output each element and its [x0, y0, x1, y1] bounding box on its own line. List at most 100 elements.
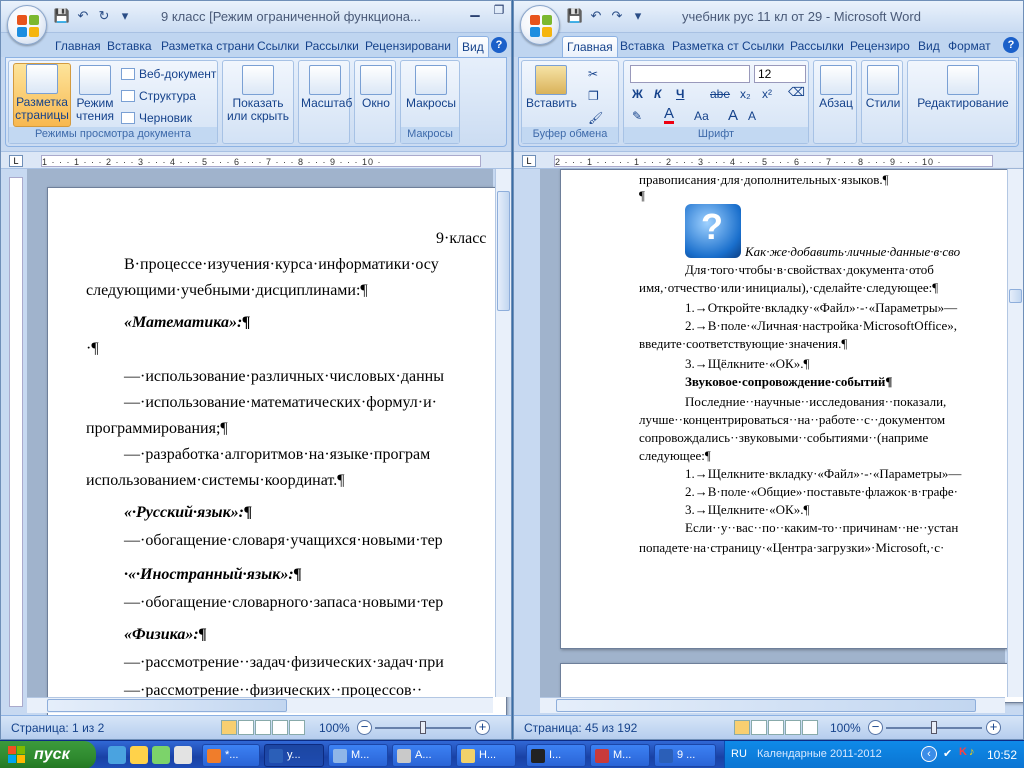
font-name-dropdown[interactable] — [630, 65, 750, 83]
subscript-button[interactable]: x₂ — [740, 87, 751, 101]
tab-home[interactable]: Главная — [562, 36, 618, 57]
scroll-thumb[interactable] — [497, 191, 510, 311]
draft-button[interactable]: Черновик — [121, 111, 192, 125]
clear-format-icon[interactable]: ⌫ — [788, 85, 805, 99]
tab-format[interactable]: Формат — [944, 36, 995, 57]
taskbar-button[interactable]: 9 ... — [654, 744, 716, 767]
reading-view-icon[interactable] — [238, 720, 254, 735]
taskbar-button[interactable]: А... — [392, 744, 452, 767]
language-indicator[interactable]: RU — [731, 748, 747, 760]
document-area[interactable]: 9·класс В·процессе·изучения·курса·информ… — [27, 169, 507, 727]
tab-view[interactable]: Вид — [914, 36, 944, 57]
scroll-thumb[interactable] — [1009, 289, 1022, 303]
tab-review[interactable]: Рецензировани — [361, 36, 455, 57]
zoom-in-icon[interactable]: + — [986, 720, 1001, 735]
print-layout-button[interactable]: Разметка страницы — [13, 63, 71, 127]
format-painter-icon[interactable]: 🖌 — [588, 111, 603, 125]
print-layout-view-icon[interactable] — [221, 720, 237, 735]
vertical-scrollbar[interactable] — [495, 169, 511, 697]
show-hide-button[interactable]: Показать или скрыть — [225, 65, 291, 123]
taskbar-button[interactable]: *... — [202, 744, 260, 767]
office-button[interactable] — [7, 5, 47, 45]
grow-font-button[interactable]: А — [728, 107, 738, 124]
bold-button[interactable]: Ж — [632, 87, 643, 101]
vertical-ruler[interactable] — [9, 177, 23, 707]
font-size-dropdown[interactable]: 12 — [754, 65, 806, 83]
strikethrough-button[interactable]: abe — [710, 87, 730, 101]
help-icon[interactable]: ? — [491, 37, 507, 53]
h-scroll-thumb[interactable] — [47, 699, 287, 712]
tab-mailings[interactable]: Рассылки — [786, 36, 848, 57]
taskbar-button[interactable]: I... — [526, 744, 586, 767]
document-page[interactable]: правописания·для·дополнительных·языков.¶… — [560, 169, 1023, 649]
print-layout-view-icon[interactable] — [734, 720, 750, 735]
tab-selector-icon[interactable]: L — [522, 155, 536, 167]
tab-page-layout[interactable]: Разметка страни — [157, 36, 258, 57]
styles-button[interactable]: Стили — [864, 65, 902, 110]
horizontal-ruler[interactable]: L 2 · · · 1 · · · · · 1 · · · 2 · · · 3 … — [514, 151, 1023, 169]
taskbar-button[interactable]: Н... — [456, 744, 516, 767]
tab-insert[interactable]: Вставка — [616, 36, 669, 57]
web-view-icon[interactable] — [255, 720, 271, 735]
web-document-button[interactable]: Веб-документ — [121, 67, 216, 81]
start-button[interactable]: пуск — [0, 741, 96, 768]
maximize-icon[interactable]: ❐ — [487, 1, 511, 21]
redo-icon[interactable]: ↷ — [608, 8, 626, 24]
draft-view-icon[interactable] — [802, 720, 818, 735]
shrink-font-button[interactable]: А — [748, 109, 756, 123]
web-view-icon[interactable] — [768, 720, 784, 735]
taskbar-button[interactable]: М... — [328, 744, 388, 767]
qat-dropdown-icon[interactable]: ▾ — [629, 8, 647, 24]
document-page[interactable]: 9·класс В·процессе·изучения·курса·информ… — [47, 187, 507, 727]
underline-button[interactable]: Ч — [676, 87, 684, 101]
redo-icon[interactable]: ↻ — [95, 8, 113, 24]
tab-mailings[interactable]: Рассылки — [301, 36, 363, 57]
undo-icon[interactable]: ↶ — [587, 8, 605, 24]
macros-button[interactable]: Макросы — [403, 65, 459, 110]
document-area[interactable]: правописания·для·дополнительных·языков.¶… — [540, 169, 1023, 703]
tab-selector-icon[interactable]: L — [9, 155, 23, 167]
tab-home[interactable]: Главная — [51, 36, 105, 57]
editing-button[interactable]: Редактирование — [910, 65, 1016, 110]
zoom-out-icon[interactable]: − — [868, 720, 883, 735]
office-button[interactable] — [520, 5, 560, 45]
h-scroll-thumb[interactable] — [556, 699, 976, 712]
zoom-level[interactable]: 100% — [319, 721, 350, 735]
tray-app-icon[interactable]: ✔ — [943, 747, 952, 760]
title-bar[interactable]: 💾 ↶ ↷ ▾ учебник рус 11 кл от 29 - Micros… — [514, 1, 1023, 33]
font-color-button[interactable]: А — [664, 106, 675, 124]
page-counter[interactable]: Страница: 45 из 192 — [524, 721, 637, 735]
taskbar-button[interactable]: М... — [590, 744, 650, 767]
save-icon[interactable]: 💾 — [53, 8, 71, 24]
title-bar[interactable]: 💾 ↶ ↻ ▾ 9 класс [Режим ограниченной функ… — [1, 1, 511, 33]
window-button[interactable]: Окно — [357, 65, 395, 110]
quick-launch-icon[interactable] — [174, 746, 192, 764]
tab-references[interactable]: Ссылки — [738, 36, 788, 57]
copy-icon[interactable]: ❐ — [588, 89, 599, 103]
draft-view-icon[interactable] — [289, 720, 305, 735]
reading-mode-button[interactable]: Режим чтения — [73, 65, 117, 123]
vertical-scrollbar[interactable] — [1007, 169, 1023, 697]
quick-launch-icon[interactable] — [130, 746, 148, 764]
outline-button[interactable]: Структура — [121, 89, 196, 103]
horizontal-scrollbar[interactable] — [540, 697, 1005, 713]
zoom-slider-knob[interactable] — [931, 721, 937, 734]
tab-references[interactable]: Ссылки — [253, 36, 303, 57]
qat-dropdown-icon[interactable]: ▾ — [116, 8, 134, 24]
zoom-button[interactable]: Масштаб — [301, 65, 352, 110]
paragraph-button[interactable]: Абзац — [816, 65, 856, 110]
tab-insert[interactable]: Вставка — [103, 36, 156, 57]
help-icon[interactable]: ? — [1003, 37, 1019, 53]
zoom-slider-knob[interactable] — [420, 721, 426, 734]
cut-icon[interactable]: ✂ — [588, 67, 598, 81]
tray-sound-icon[interactable]: ♪ — [969, 746, 975, 758]
italic-button[interactable]: К — [654, 87, 661, 101]
superscript-button[interactable]: x² — [762, 87, 772, 101]
quick-launch-icon[interactable] — [152, 746, 170, 764]
taskbar-button[interactable]: у... — [264, 744, 324, 767]
save-icon[interactable]: 💾 — [566, 8, 584, 24]
tray-back-icon[interactable]: ‹ — [921, 746, 937, 762]
tab-review[interactable]: Рецензиро — [846, 36, 914, 57]
undo-icon[interactable]: ↶ — [74, 8, 92, 24]
horizontal-ruler[interactable]: L 1 · · · 1 · · · 2 · · · 3 · · · 4 · · … — [1, 151, 511, 169]
